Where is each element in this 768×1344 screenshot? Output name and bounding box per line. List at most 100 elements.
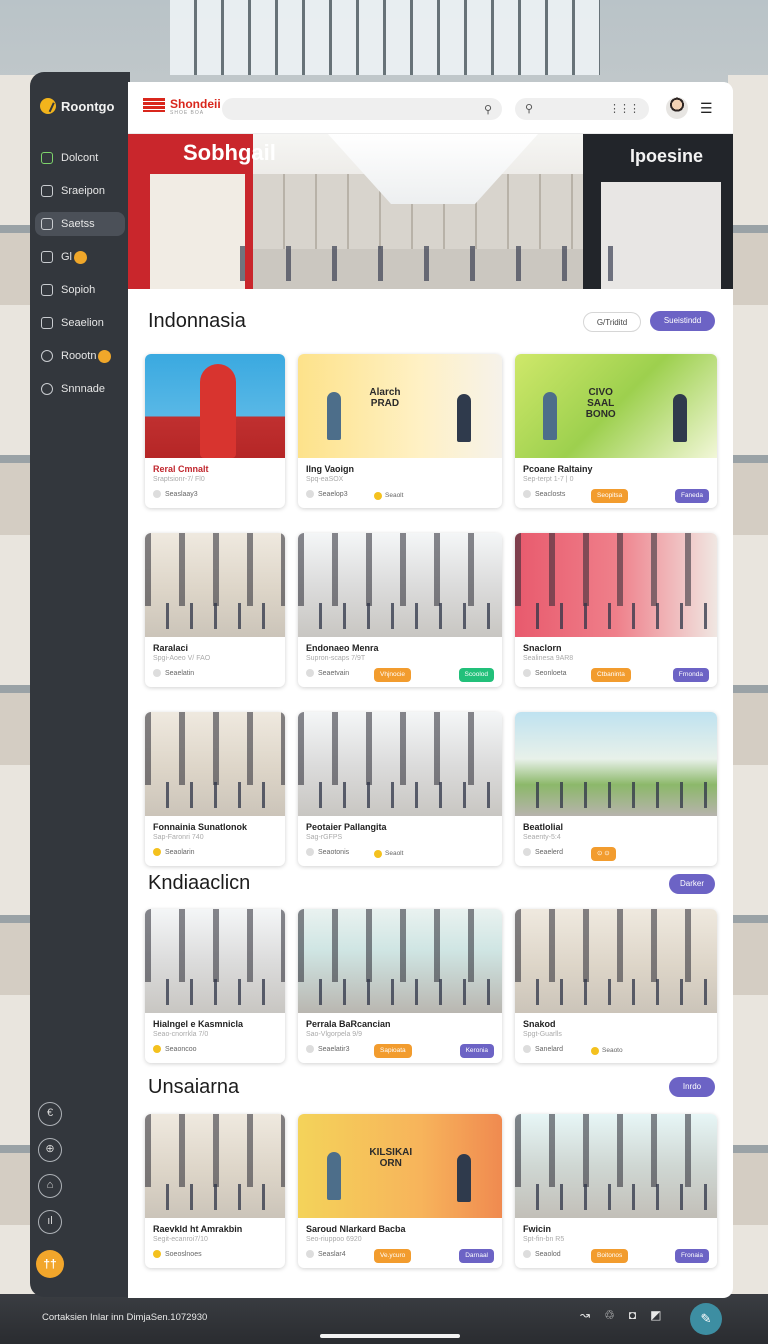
card-meta: Seaslaay3 [153,490,198,498]
card-chip[interactable]: Seaolt [374,489,403,502]
card-secondary-tag-button[interactable]: Keronia [459,1044,494,1058]
mall-card[interactable]: Fwicin Spt-fin-bn R5 Seaolod Boitonos Fronai… [515,1114,717,1268]
sidebar-item-5[interactable]: Seaelion [35,311,125,335]
mall-card[interactable]: Perrala BaRcancian Sao-Vlgorpela 9/9 Seael… [298,909,502,1063]
sidebar-nav: Dolcont Sraeipon Saetss Gl Sopioh Seaelion Roo… [35,146,125,410]
section-action-button[interactable]: Sueistindd [650,311,715,331]
card-subtitle: Sap-Faronri 740 [153,834,204,841]
card-meta-text: Seaslar4 [318,1250,346,1258]
card-image [145,712,285,816]
sidebar-item-label: Snnnade [61,383,106,395]
card-tag-button[interactable]: Ve.ycuro [374,1249,412,1263]
card-meta-text: Soeoslnoes [165,1250,202,1258]
bottom-action-icon[interactable]: ↝ [580,1308,590,1322]
sidebar-item-0[interactable]: Dolcont [35,146,125,170]
card-grid: Reral Cmnalt Sraptsionr-7/ Fl0 Seaslaay3 Al… [145,354,717,866]
card-title: Raralaci [153,643,189,653]
mall-card[interactable]: Hialngel e Kasmnicla Seao-cnorrkla 7/0 Sea… [145,909,285,1063]
card-meta-text: Sanelard [535,1045,564,1053]
sidebar-item-1[interactable]: Sraeipon [35,179,125,203]
search-icon[interactable]: ⚲ [484,103,492,116]
sidebar-tool-icon[interactable]: ⊕ [38,1138,62,1162]
mall-skylight-backdrop [170,0,600,75]
card-tag-button[interactable]: Seopitsa [591,489,629,503]
sidebar-tool-icon[interactable]: ıl [38,1210,62,1234]
clock-icon [41,350,53,362]
card-image [515,533,717,637]
card-secondary-tag-button[interactable]: Faneda [674,489,709,503]
sidebar-item-6[interactable]: Roootn [35,344,125,368]
card-meta-text: Seaslaay3 [165,490,198,498]
filter-button[interactable]: G/Triditd [583,312,641,332]
card-tag-button[interactable]: Ctbaninta [591,668,631,682]
bottom-action-icon[interactable]: ◘ [629,1308,636,1322]
card-meta: Seaotonis [306,848,349,856]
mall-card[interactable]: KILSIKAI ORN Saroud Nlarkard Bacba Seo-riu… [298,1114,502,1268]
sidebar-item-4[interactable]: Sopioh [35,278,125,302]
mall-right-backdrop [728,75,768,1295]
sidebar-fab-button[interactable]: †† [36,1250,64,1278]
section-action-button[interactable]: Inrdo [669,1077,715,1097]
card-secondary-tag-button[interactable]: Darnaal [459,1249,494,1263]
card-title: Perrala BaRcancian [306,1019,391,1029]
card-meta: Seaolarin [153,848,195,856]
card-image-sign: Alarch PRAD [369,387,401,410]
card-subtitle: Seaenty-5:4 [523,834,561,841]
card-title: Pcoane Raltainy [523,464,593,474]
sidebar-tool-icon[interactable]: € [38,1102,62,1126]
store-logo[interactable]: Shondeii SHOE BOA [143,98,221,116]
search-input[interactable]: ⚲ [222,98,502,120]
mall-card[interactable]: Raevkld ht Amrakbin Segit-ecanroi7/10 Soeo… [145,1114,285,1268]
card-tag-button[interactable]: Boitonos [591,1249,629,1263]
card-meta-text: Seonloeta [535,669,567,677]
card-chip[interactable]: Seaolt [374,847,403,860]
chat-button[interactable]: ✎ [690,1303,722,1335]
mall-card[interactable]: Fonnainia Sunatlonok Sap-Faronri 740 Seaol… [145,712,285,866]
sidebar-item-3[interactable]: Gl [35,245,125,269]
home-icon [41,284,53,296]
secondary-search-input[interactable]: ⚲ ⋮⋮⋮ [515,98,649,120]
bottom-action-icon[interactable]: ◩ [650,1308,661,1322]
gear-icon [41,383,53,395]
bottom-action-icon[interactable]: ♲ [604,1308,615,1322]
card-subtitle: Spgt-Guarlls [523,1031,562,1038]
mall-card[interactable]: Snakod Spgt-Guarlls Sanelard Seaoto [515,909,717,1063]
sidebar-item-label: Seaelion [61,317,104,329]
brand[interactable]: Roontgo [40,98,114,114]
sidebar-tool-icon[interactable]: ⌂ [38,1174,62,1198]
card-chip-text: Seaolt [385,850,404,857]
card-subtitle: Spgi-Aoeo V/ FAO [153,655,211,662]
chip-dot-icon [374,849,382,858]
card-tag-button[interactable]: Sapioata [374,1044,412,1058]
card-chip[interactable]: Seaoto [591,1044,623,1057]
mall-card[interactable]: Peotaier Pallangita Sag-rGFPS Seaotonis Sea… [298,712,502,866]
card-tag-button[interactable]: Vhjnocie [374,668,411,682]
menu-icon[interactable]: ☰ [700,100,713,117]
card-subtitle: Sraptsionr-7/ Fl0 [153,476,205,483]
card-subtitle: Sao-Vlgorpela 9/9 [306,1031,363,1038]
sidebar-item-7[interactable]: Snnnade [35,377,125,401]
mall-card[interactable]: Alarch PRAD Ilng Vaoign Spq-eaSOX Seaelop3 S… [298,354,502,508]
mall-card[interactable]: CIVO SAAL BONO Pcoane Raltainy Sep-terpt 1… [515,354,717,508]
square-icon [41,152,53,164]
apps-grid-icon[interactable]: ⋮⋮⋮ [609,102,640,115]
mall-card[interactable]: Endonaeo Menra Supron-scaps 7/9T Seaetvain… [298,533,502,687]
avatar[interactable] [666,97,688,119]
card-secondary-tag-button[interactable]: Frnonda [672,668,709,682]
mall-card[interactable]: Raralaci Spgi-Aoeo V/ FAO Seaelatin [145,533,285,687]
mall-card[interactable]: Reral Cmnalt Sraptsionr-7/ Fl0 Seaslaay3 [145,354,285,508]
card-tag-button[interactable]: ⊙ ⊙ [591,847,616,861]
card-secondary-tag-button[interactable]: Scoolod [458,668,494,682]
mall-card[interactable]: Snaclorn Sealinesa 9AR8 Seonloeta Ctbaninta… [515,533,717,687]
card-title: Hialngel e Kasmnicla [153,1019,244,1029]
mall-card[interactable]: Beatlolial Seaenty-5:4 Seaelerd ⊙ ⊙ [515,712,717,866]
sidebar-item-2[interactable]: Saetss [35,212,125,236]
card-chip-text: Seaolt [385,492,404,499]
card-image [145,533,285,637]
sidebar-item-label: Dolcont [61,152,99,164]
card-secondary-tag-button[interactable]: Fronaia [674,1249,709,1263]
section-action-button[interactable]: Darker [669,874,715,894]
status-dot-icon [153,1045,161,1053]
home-indicator[interactable] [320,1334,460,1338]
status-dot-icon [523,490,531,498]
